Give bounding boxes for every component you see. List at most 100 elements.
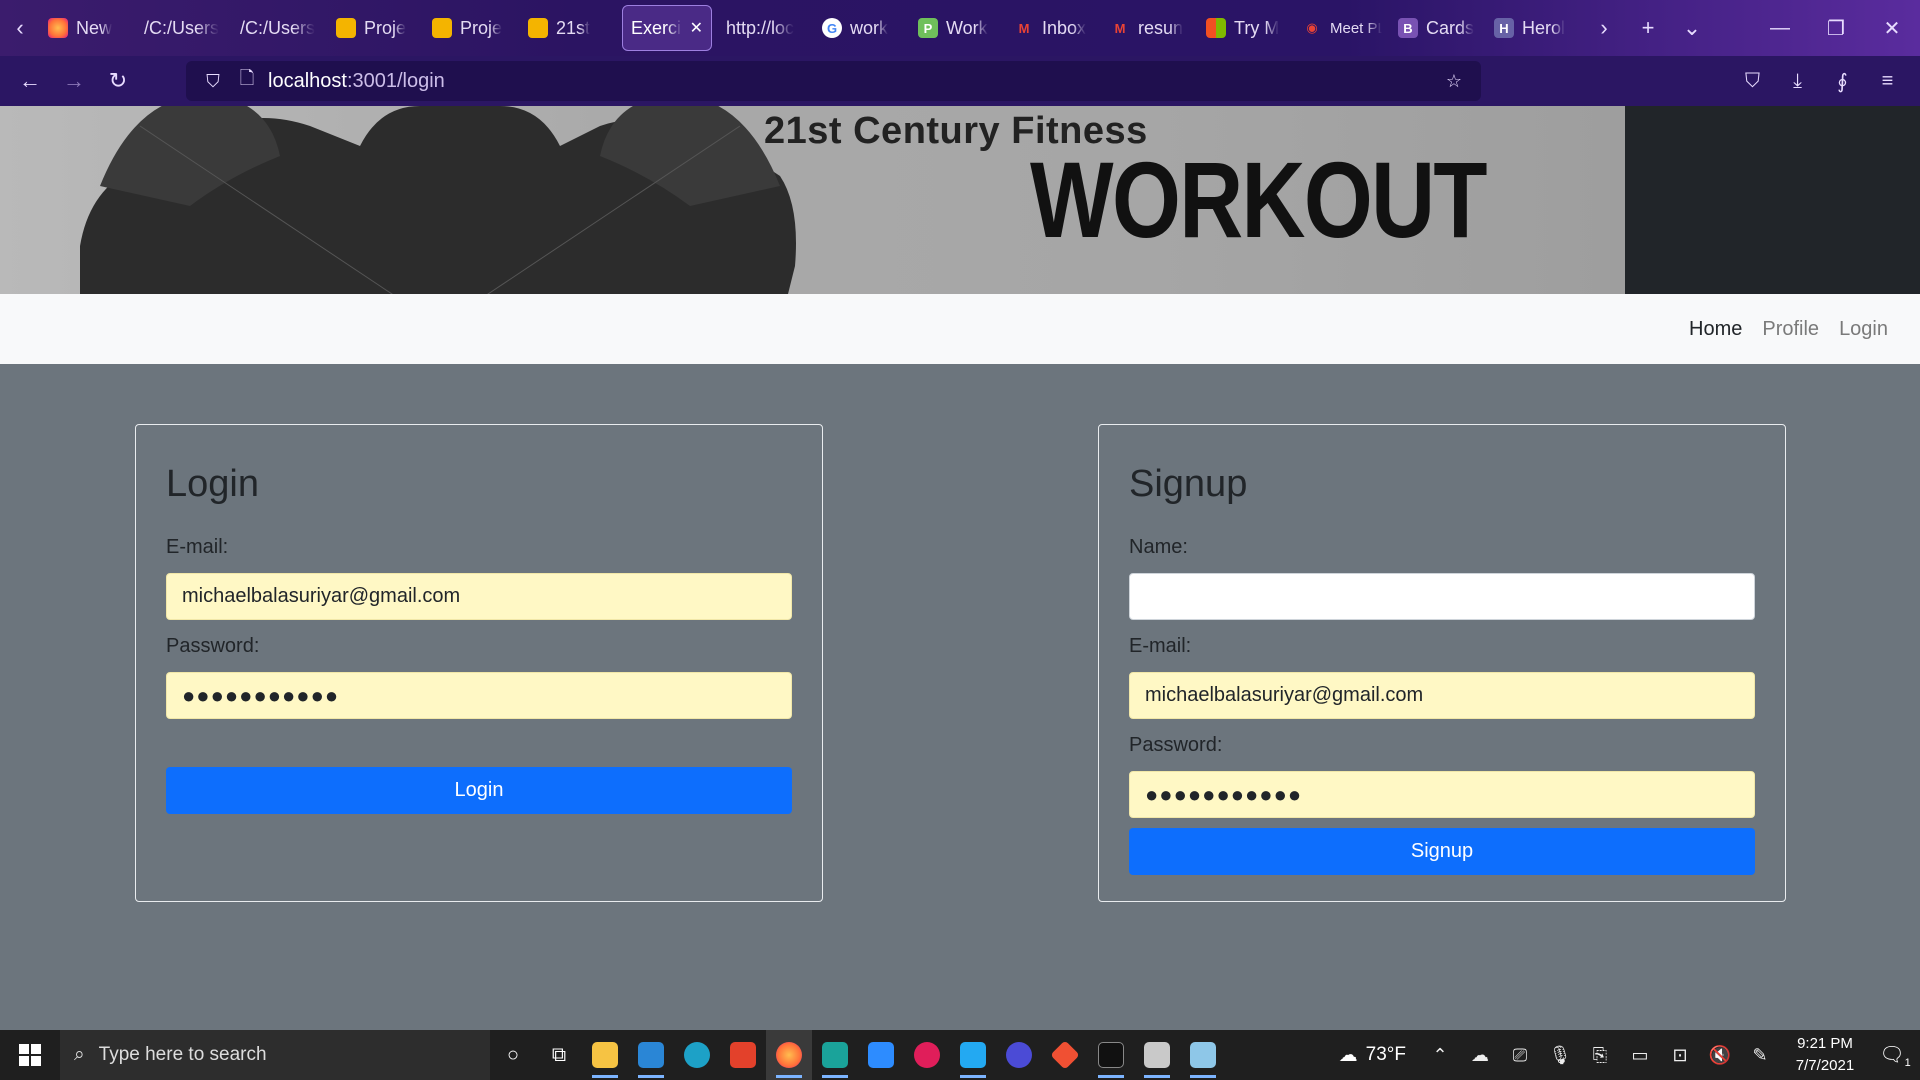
- weather-widget[interactable]: ☁ 73°F: [1333, 1044, 1420, 1067]
- tab-slides-1[interactable]: Proje: [328, 0, 424, 56]
- app-grey-icon[interactable]: [1134, 1030, 1180, 1080]
- tab-work[interactable]: P Work: [910, 0, 1006, 56]
- url-text[interactable]: localhost:3001/login: [264, 70, 1437, 93]
- taskbar-search-box[interactable]: ⌕ Type here to search: [60, 1030, 490, 1080]
- hero-banner: 21st Century Fitness WORKOUT: [0, 106, 1920, 294]
- extension-icon[interactable]: ∮: [1820, 69, 1865, 94]
- clock[interactable]: 9:21 PM 7/7/2021: [1780, 1033, 1870, 1077]
- slides-icon: [432, 18, 452, 38]
- nav-login-link[interactable]: Login: [1839, 318, 1888, 341]
- zoom-icon[interactable]: [858, 1030, 904, 1080]
- system-tray: ☁ 73°F ⌃ ☁ ⎚ 🎙 ⎘ ▭ ⊡ 🔇 ✎ 9:21 PM 7/7/202…: [1333, 1030, 1920, 1080]
- display-icon[interactable]: ⎘: [1580, 1045, 1620, 1066]
- login-email-input[interactable]: michaelbalasuriyar@gmail.com: [166, 573, 792, 620]
- app-s-icon[interactable]: [812, 1030, 858, 1080]
- signup-button[interactable]: Signup: [1129, 828, 1755, 875]
- menu-icon[interactable]: ≡: [1865, 70, 1910, 93]
- battery-icon[interactable]: ▭: [1620, 1045, 1660, 1066]
- clock-time: 9:21 PM: [1797, 1035, 1853, 1052]
- tab-file-1[interactable]: /C:/Users: [136, 0, 232, 56]
- vscode-icon[interactable]: [950, 1030, 996, 1080]
- reload-icon[interactable]: ↻: [96, 68, 140, 94]
- login-password-input[interactable]: ●●●●●●●●●●●: [166, 672, 792, 719]
- tab-slides-3[interactable]: 21st: [520, 0, 616, 56]
- search-app-icon[interactable]: [674, 1030, 720, 1080]
- onedrive-icon[interactable]: ☁: [1460, 1045, 1500, 1066]
- signup-password-input[interactable]: ●●●●●●●●●●●: [1129, 771, 1755, 818]
- tab-heroku[interactable]: H Herol: [1486, 0, 1582, 56]
- minimize-icon[interactable]: —: [1752, 17, 1808, 40]
- terminal-icon[interactable]: [1088, 1030, 1134, 1080]
- firefox-taskbar-icon[interactable]: [766, 1030, 812, 1080]
- gmail-icon: M: [1018, 20, 1030, 36]
- notification-icon[interactable]: 🗨1: [1870, 1042, 1920, 1069]
- flexing-arms-icon: [80, 106, 796, 294]
- nav-home-link[interactable]: Home: [1689, 318, 1742, 341]
- restore-icon[interactable]: ❐: [1808, 16, 1864, 41]
- tab-meet[interactable]: ◉ Meet PLAYIN: [1294, 0, 1390, 56]
- office-icon[interactable]: [720, 1030, 766, 1080]
- windows-start-icon[interactable]: [0, 1030, 60, 1080]
- mail-icon[interactable]: [628, 1030, 674, 1080]
- tab-slides-2[interactable]: Proje: [424, 0, 520, 56]
- bootstrap-icon: B: [1398, 18, 1418, 38]
- task-view-icon[interactable]: ⧉: [536, 1030, 582, 1080]
- cortana-icon[interactable]: ○: [490, 1030, 536, 1080]
- nav-profile-link[interactable]: Profile: [1762, 318, 1819, 341]
- tab-localhost[interactable]: http://loc: [718, 0, 814, 56]
- downloads-icon[interactable]: ⤓: [1775, 70, 1820, 93]
- slack-icon[interactable]: [904, 1030, 950, 1080]
- git-icon[interactable]: [1042, 1030, 1088, 1080]
- tray-chevron-icon[interactable]: ⌃: [1420, 1045, 1460, 1066]
- pocket-icon[interactable]: ⛉: [1730, 70, 1775, 93]
- clock-date: 7/7/2021: [1795, 1057, 1855, 1074]
- search-icon: ⌕: [74, 1044, 85, 1065]
- tab-file-2[interactable]: /C:/Users: [232, 0, 328, 56]
- bookmark-star-icon[interactable]: ☆: [1437, 71, 1471, 92]
- tab-inbox[interactable]: M Inbox: [1006, 0, 1102, 56]
- microsoft-icon: [1206, 18, 1226, 38]
- tab-google[interactable]: G work: [814, 0, 910, 56]
- microphone-icon[interactable]: 🎙: [1540, 1045, 1580, 1066]
- tab-resume[interactable]: M resun: [1102, 0, 1198, 56]
- signup-card: Signup Name: E-mail: michaelbalasuriyar@…: [1098, 424, 1786, 902]
- pen-icon[interactable]: ✎: [1740, 1045, 1780, 1066]
- tab-scroll-right-icon[interactable]: ›: [1582, 15, 1626, 41]
- new-tab-icon[interactable]: +: [1626, 15, 1670, 41]
- close-window-icon[interactable]: ✕: [1864, 16, 1920, 41]
- firefox-icon: [48, 18, 68, 38]
- shield-icon[interactable]: ⛉: [196, 71, 230, 92]
- browser-toolbar: ← → ↻ ⛉ 🗋 localhost:3001/login ☆ ⛉ ⤓ ∮ ≡: [0, 56, 1920, 106]
- taskbar-search-placeholder: Type here to search: [98, 1044, 267, 1065]
- cloud-icon: ☁: [1338, 1044, 1358, 1066]
- volume-muted-icon[interactable]: 🔇: [1700, 1045, 1740, 1066]
- grammarly-icon: P: [918, 18, 938, 38]
- tab-cards[interactable]: B Cards: [1390, 0, 1486, 56]
- signup-name-label: Name:: [1129, 536, 1188, 558]
- network-icon[interactable]: ⊡: [1660, 1045, 1700, 1066]
- tab-exercise-active[interactable]: Exercis ✕: [622, 5, 712, 51]
- slides-icon: [528, 18, 548, 38]
- signup-email-label: E-mail:: [1129, 635, 1192, 657]
- tab-try-microsoft[interactable]: Try M: [1198, 0, 1294, 56]
- signup-name-input[interactable]: [1129, 573, 1755, 620]
- tab-scroll-left-icon[interactable]: ‹: [0, 0, 40, 56]
- signup-title: Signup: [1129, 463, 1248, 505]
- meet-now-icon[interactable]: ⎚: [1500, 1045, 1540, 1066]
- site-navbar: Home Profile Login: [0, 294, 1920, 364]
- hero-title: WORKOUT: [1030, 139, 1487, 260]
- list-tabs-icon[interactable]: ⌄: [1670, 15, 1714, 41]
- page-info-icon[interactable]: 🗋: [230, 66, 264, 96]
- login-password-label: Password:: [166, 635, 260, 657]
- forward-icon[interactable]: →: [52, 68, 96, 94]
- notepad-icon[interactable]: [1180, 1030, 1226, 1080]
- signup-email-input[interactable]: michaelbalasuriyar@gmail.com: [1129, 672, 1755, 719]
- tab-new[interactable]: New: [40, 0, 136, 56]
- address-bar[interactable]: ⛉ 🗋 localhost:3001/login ☆: [186, 61, 1481, 101]
- login-button[interactable]: Login: [166, 767, 792, 814]
- app-circle-icon[interactable]: [996, 1030, 1042, 1080]
- close-tab-icon[interactable]: ✕: [690, 18, 703, 38]
- file-explorer-icon[interactable]: [582, 1030, 628, 1080]
- back-icon[interactable]: ←: [8, 68, 52, 94]
- login-card: Login E-mail: michaelbalasuriyar@gmail.c…: [135, 424, 823, 902]
